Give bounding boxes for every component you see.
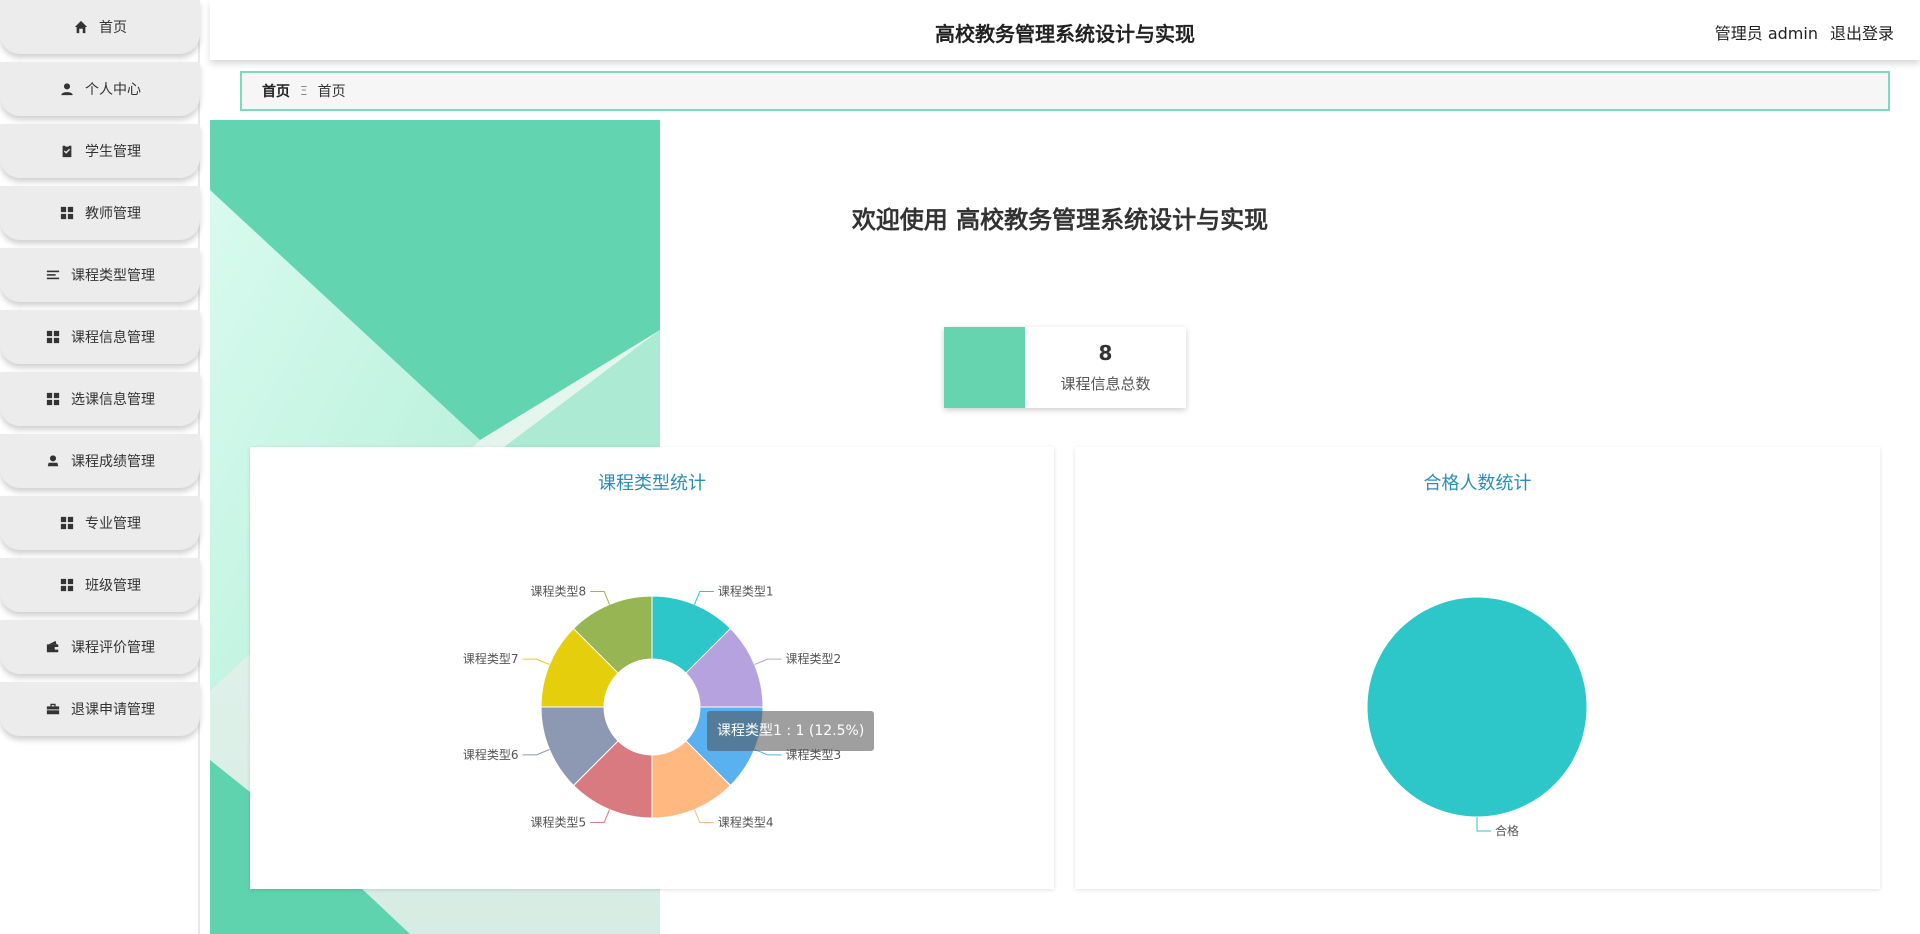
sidebar-item-1[interactable]: 个人中心 [0,62,200,116]
sidebar-item-label: 课程评价管理 [71,640,155,656]
clipboard-check-icon [59,143,75,159]
sidebar-item-8[interactable]: 专业管理 [0,496,200,550]
sidebar-item-0[interactable]: 首页 [0,0,200,54]
sidebar-item-label: 课程成绩管理 [71,454,155,470]
sidebar-item-2[interactable]: 学生管理 [0,124,200,178]
pie-label-line [522,749,550,756]
pie-label-line [694,809,714,823]
sidebar-item-7[interactable]: 课程成绩管理 [0,434,200,488]
sidebar-item-label: 课程类型管理 [71,268,155,284]
pie-label-line [590,591,610,605]
pie-label: 课程类型7 [463,651,519,666]
pass-count-pie-chart[interactable]: 合格 [1075,447,1880,889]
pie-label-line [590,809,610,823]
pie-label: 课程类型4 [718,814,774,829]
sidebar-item-label: 首页 [99,20,127,36]
stat-value: 8 [1098,341,1113,365]
course-type-donut-chart[interactable]: 课程类型1课程类型2课程类型3课程类型4课程类型5课程类型6课程类型7课程类型8 [250,447,1054,889]
stat-label: 课程信息总数 [1060,375,1151,393]
welcome-text: 欢迎使用 高校教务管理系统设计与实现 [851,206,1269,234]
pie-label: 课程类型1 [718,584,774,599]
pie-label-line [522,658,550,665]
course-type-chart-panel: 课程类型统计 课程类型1 课程类型2 课程类型3 课程类型4 课程类型5 课程类型6 课程类… [250,447,1054,889]
sidebar: 首页个人中心学生管理教师管理课程类型管理 课程信息管理 选课信息管理 课程成绩管理 专业… [0,0,200,934]
sidebar-item-11[interactable]: 退课申请管理 [0,682,200,736]
pie-label: 课程类型2 [785,651,841,666]
grid-icon [45,391,61,407]
stat-color-block [944,327,1025,408]
app-title: 高校教务管理系统设计与实现 [935,22,1195,46]
pie-label-line [694,591,714,605]
pie-label: 课程类型8 [531,584,587,599]
breadcrumb: 首页 Ξ 首页 [240,71,1890,111]
wallet-icon [45,639,61,655]
grid-icon [45,329,61,345]
top-header: 高校教务管理系统设计与实现 管理员 admin 退出登录 [210,0,1920,60]
stat-card: 8 课程信息总数 [944,327,1186,408]
user-icon [59,81,75,97]
chart-tooltip: 课程类型1 : 1 (12.5%) [707,711,875,751]
grid-icon [59,577,75,593]
sidebar-item-label: 学生管理 [85,144,141,160]
breadcrumb-separator-icon: Ξ [300,84,308,98]
pass-count-chart-panel: 合格人数统计 合格 [1075,447,1880,889]
sidebar-item-label: 教师管理 [85,206,141,222]
current-user: 管理员 admin [1714,24,1818,43]
pie-label: 合格 [1495,823,1519,838]
user-area: 管理员 admin 退出登录 [1715,20,1894,44]
breadcrumb-current: 首页 [317,84,346,100]
home-icon [73,19,89,35]
grid-icon [59,515,75,531]
sidebar-item-label: 课程信息管理 [71,330,155,346]
pie-slice[interactable] [1366,596,1588,818]
sidebar-item-10[interactable]: 课程评价管理 [0,620,200,674]
stat-body: 8 课程信息总数 [1025,327,1186,408]
pie-label-line [754,658,782,665]
sidebar-item-label: 班级管理 [85,578,141,594]
sidebar-item-3[interactable]: 教师管理 [0,186,200,240]
sidebar-item-9[interactable]: 班级管理 [0,558,200,612]
sidebar-item-4[interactable]: 课程类型管理 [0,248,200,302]
sidebar-item-6[interactable]: 选课信息管理 [0,372,200,426]
sidebar-item-5[interactable]: 课程信息管理 [0,310,200,364]
person-stamp-icon [45,453,61,469]
list-icon [45,267,61,283]
sidebar-item-label: 退课申请管理 [71,702,155,718]
pie-label: 课程类型6 [463,747,519,762]
breadcrumb-home[interactable]: 首页 [262,81,290,101]
logout-link[interactable]: 退出登录 [1830,20,1894,44]
sidebar-item-label: 个人中心 [85,82,141,98]
pie-label: 课程类型5 [531,814,587,829]
sidebar-item-label: 专业管理 [85,516,141,532]
sidebar-item-label: 选课信息管理 [71,392,155,408]
briefcase-icon [45,701,61,717]
grid-icon [59,205,75,221]
pie-label-line [1476,817,1491,832]
